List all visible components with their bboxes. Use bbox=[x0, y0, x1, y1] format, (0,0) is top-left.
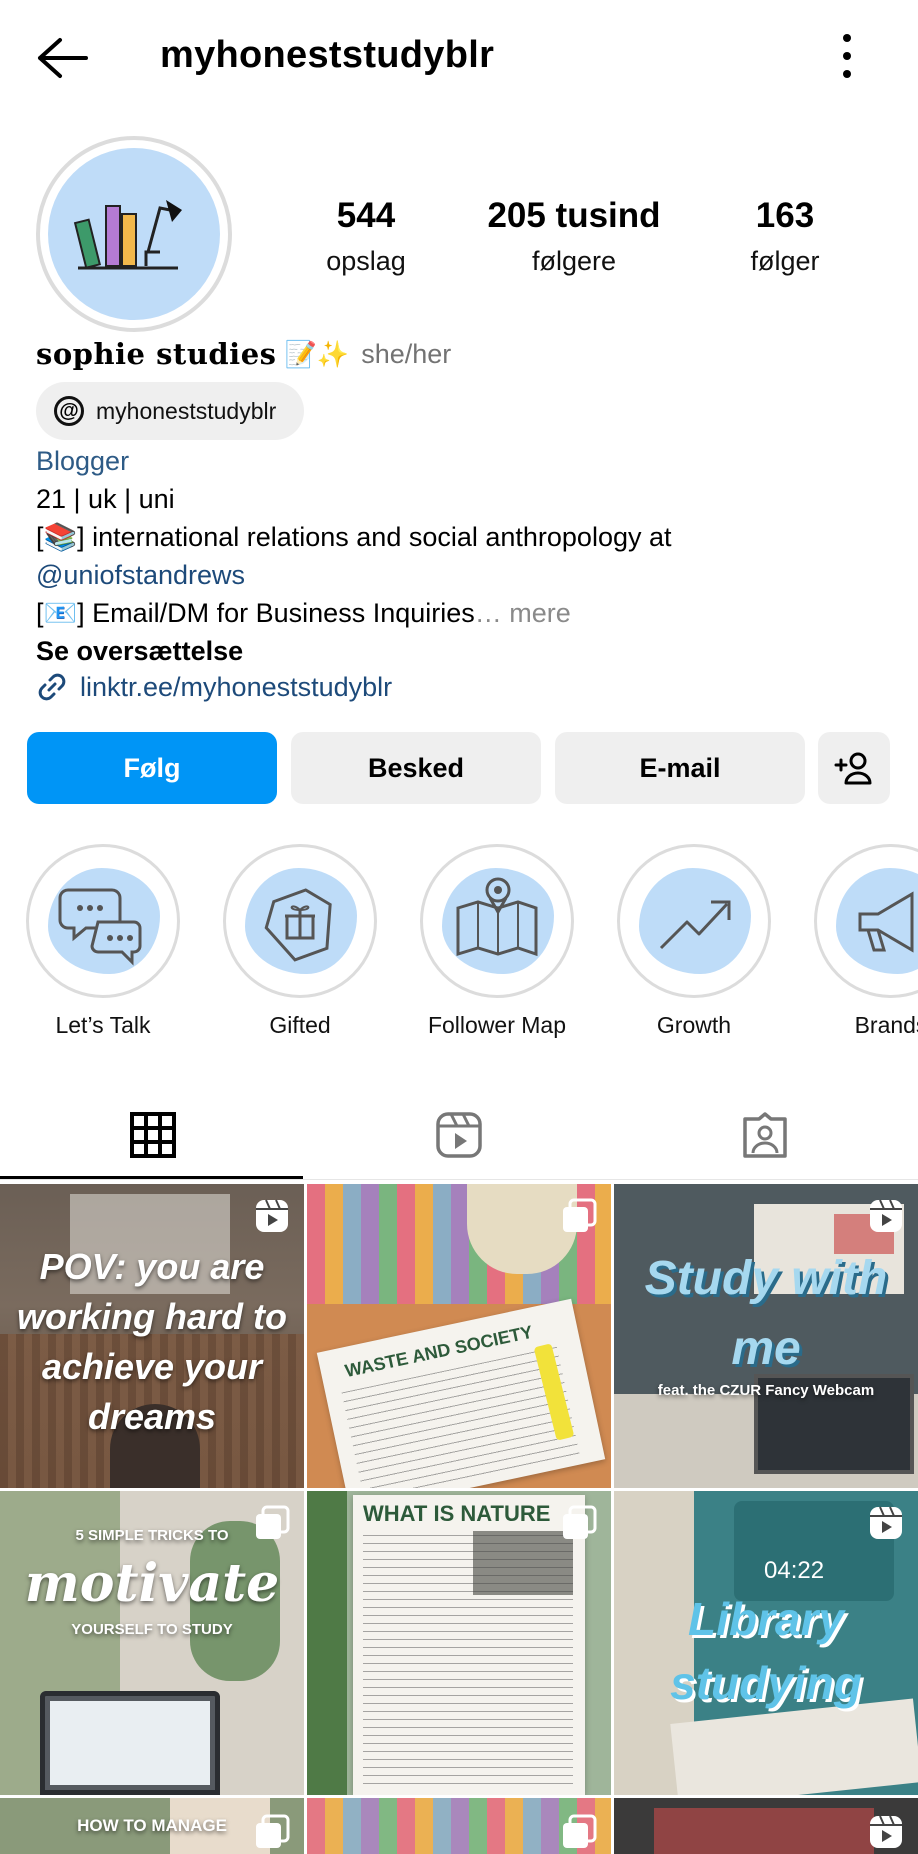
following-label: følger bbox=[750, 246, 820, 276]
carousel-badge-icon bbox=[563, 1505, 597, 1539]
post-tile[interactable]: POV: you are working hard to achieve you… bbox=[0, 1184, 304, 1488]
chat-bubbles-icon bbox=[58, 888, 142, 966]
display-name: sophie studies bbox=[36, 337, 277, 371]
add-user-icon bbox=[834, 752, 872, 785]
back-arrow-icon[interactable] bbox=[34, 34, 90, 82]
post-tile[interactable] bbox=[614, 1798, 918, 1854]
highlight-label: Follower Map bbox=[427, 1012, 567, 1038]
post-caption: WHAT IS NATURE bbox=[363, 1501, 551, 1526]
reel-badge-icon bbox=[870, 1815, 902, 1848]
post-caption-bottom: YOURSELF TO STUDY bbox=[71, 1621, 233, 1638]
followers-count: 205 tusind bbox=[487, 196, 661, 235]
highlight-label: Let’s Talk bbox=[55, 1012, 151, 1038]
carousel-badge-icon bbox=[256, 1814, 290, 1848]
highlight-label: Gifted bbox=[269, 1012, 331, 1038]
add-user-button[interactable] bbox=[818, 732, 890, 804]
link-text: linktr.ee/myhoneststudyblr bbox=[80, 672, 393, 702]
highlight-growth[interactable]: Growth bbox=[615, 844, 773, 1039]
highlight-follower-map[interactable]: Follower Map bbox=[418, 844, 576, 1039]
threads-handle: myhoneststudyblr bbox=[96, 397, 277, 424]
translate-link[interactable]: Se oversættelse bbox=[36, 632, 243, 670]
bio-line: 21 | uk | uni bbox=[36, 484, 175, 514]
trend-up-icon bbox=[659, 900, 731, 950]
highlight-lets-talk[interactable]: Let’s Talk bbox=[24, 844, 182, 1039]
tab-posts-grid[interactable] bbox=[0, 1090, 306, 1180]
mention-link[interactable]: @uniofstandrews bbox=[36, 556, 245, 594]
post-subcaption: feat. the CZUR Fancy Webcam bbox=[657, 1382, 875, 1399]
more-options-icon[interactable] bbox=[832, 30, 862, 82]
post-tile[interactable]: WHAT IS NATURE bbox=[307, 1491, 611, 1795]
followers-label: følgere bbox=[531, 246, 617, 276]
highlight-gifted[interactable]: Gifted bbox=[221, 844, 379, 1039]
megaphone-icon bbox=[858, 891, 914, 953]
post-caption: Study with me bbox=[644, 1252, 888, 1375]
map-pin-icon bbox=[456, 877, 538, 957]
follow-button[interactable]: Følg bbox=[27, 732, 277, 804]
post-tile[interactable]: WASTE AND SOCIETY bbox=[307, 1184, 611, 1488]
name-emoji: 📝✨ bbox=[284, 338, 350, 369]
pronouns: she/her bbox=[361, 338, 452, 369]
posts-label: opslag bbox=[326, 246, 406, 276]
post-caption: motivate bbox=[24, 1553, 280, 1614]
message-button[interactable]: Besked bbox=[291, 732, 541, 804]
highlight-brands[interactable]: Brands bbox=[812, 844, 918, 1039]
post-tile[interactable]: HOW TO MANAGE bbox=[0, 1798, 304, 1854]
more-link[interactable]: … mere bbox=[475, 598, 571, 628]
following-stat[interactable]: 163 følger bbox=[720, 196, 850, 277]
bio-line: [📚] international relations and social a… bbox=[36, 522, 672, 552]
post-tile[interactable]: 04:22 Library studying bbox=[614, 1491, 918, 1795]
tab-reels[interactable] bbox=[306, 1090, 612, 1180]
reel-badge-icon bbox=[870, 1199, 902, 1232]
divider bbox=[0, 1179, 918, 1180]
profile-picture bbox=[48, 148, 220, 320]
tab-tagged[interactable] bbox=[612, 1090, 918, 1180]
posts-stat[interactable]: 544 opslag bbox=[300, 196, 432, 277]
post-caption: Library studying bbox=[670, 1593, 862, 1709]
external-link[interactable]: linktr.ee/myhoneststudyblr bbox=[36, 668, 392, 706]
threads-icon: @ bbox=[54, 396, 84, 426]
reel-badge-icon bbox=[870, 1506, 902, 1539]
reels-icon bbox=[436, 1112, 482, 1158]
carousel-badge-icon bbox=[563, 1814, 597, 1848]
email-button[interactable]: E-mail bbox=[555, 732, 805, 804]
carousel-badge-icon bbox=[563, 1198, 597, 1232]
category-label: Blogger bbox=[36, 446, 130, 476]
clock-readout: 04:22 bbox=[764, 1557, 825, 1584]
bio-line: [📧] Email/DM for Business Inquiries bbox=[36, 598, 475, 628]
link-icon bbox=[38, 673, 66, 701]
gift-tag-icon bbox=[264, 888, 332, 962]
profile-tabs bbox=[0, 1090, 918, 1180]
post-caption: POV: you are working hard to achieve you… bbox=[17, 1246, 287, 1437]
post-tile[interactable] bbox=[307, 1798, 611, 1854]
bio-line-email: [📧] Email/DM for Business Inquiries… mer… bbox=[36, 594, 571, 632]
post-tile[interactable]: 5 SIMPLE TRICKS TO motivate YOURSELF TO … bbox=[0, 1491, 304, 1795]
posts-count: 544 bbox=[336, 196, 396, 235]
threads-badge[interactable]: @ myhoneststudyblr bbox=[36, 382, 304, 440]
name-row: sophie studies 📝✨ she/her bbox=[36, 334, 451, 374]
reel-badge-icon bbox=[256, 1199, 288, 1232]
highlight-label: Brands bbox=[854, 1012, 918, 1038]
followers-stat[interactable]: 205 tusind følgere bbox=[474, 196, 674, 277]
post-tile[interactable]: Study with me feat. the CZUR Fancy Webca… bbox=[614, 1184, 918, 1488]
carousel-badge-icon bbox=[256, 1505, 290, 1539]
following-count: 163 bbox=[755, 196, 815, 235]
highlight-label: Growth bbox=[656, 1012, 732, 1038]
page-title: myhoneststudyblr bbox=[160, 34, 495, 76]
grid-icon bbox=[130, 1112, 176, 1158]
avatar[interactable] bbox=[36, 136, 232, 332]
tagged-icon bbox=[743, 1112, 787, 1158]
top-bar: myhoneststudyblr bbox=[0, 0, 918, 112]
